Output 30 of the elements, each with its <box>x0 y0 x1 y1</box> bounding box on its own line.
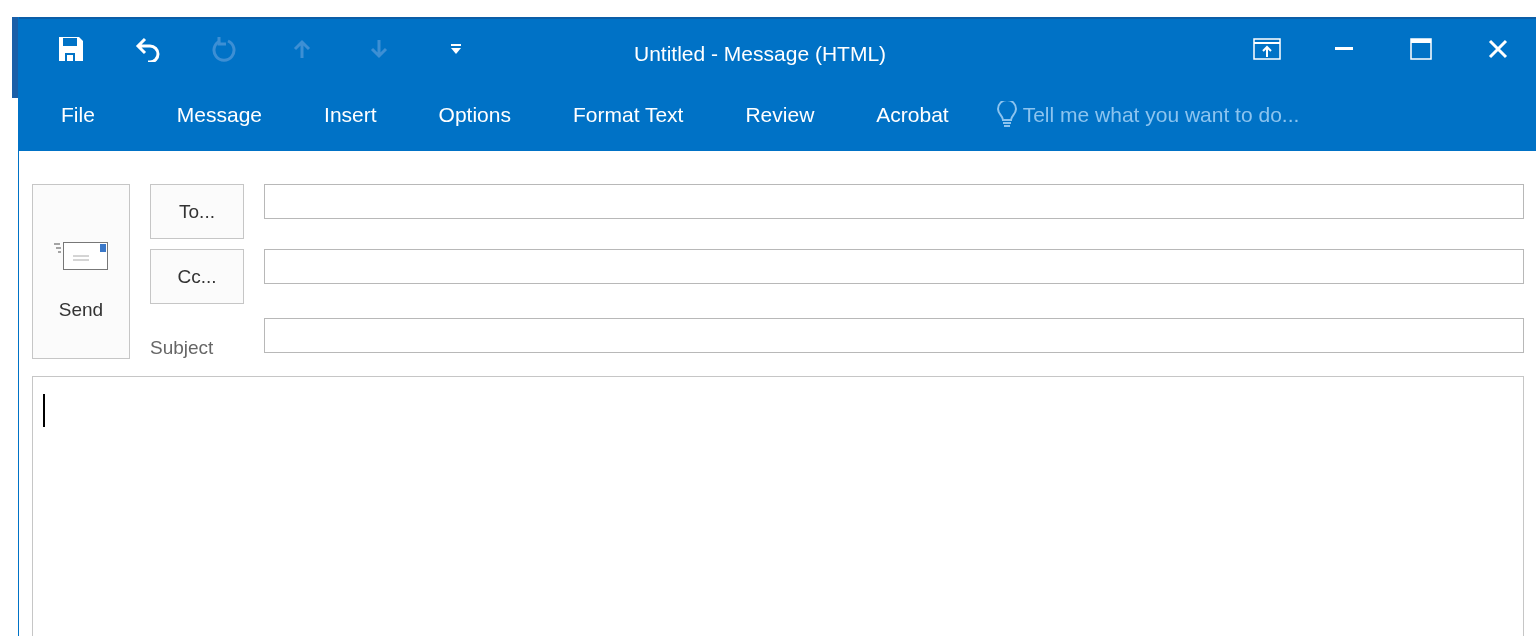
to-button[interactable]: To... <box>150 184 244 239</box>
minimize-icon <box>1334 47 1353 51</box>
undo-icon <box>134 36 161 62</box>
subject-label: Subject <box>150 335 215 359</box>
maximize-icon <box>1409 38 1432 60</box>
ribbon-display-icon <box>1252 38 1281 60</box>
ribbon-tab[interactable]: Acrobat <box>856 97 969 133</box>
up-arrow-icon <box>292 39 311 59</box>
tell-me-field[interactable]: Tell me what you want to do... <box>996 101 1363 129</box>
ribbon-tab[interactable]: Format Text <box>552 97 704 133</box>
dropdown-icon <box>449 43 462 55</box>
send-button[interactable]: Send <box>32 184 130 359</box>
ribbon-tab[interactable]: File <box>41 97 115 133</box>
ribbon-tab[interactable]: Review <box>725 97 835 133</box>
lightbulb-icon <box>996 101 1017 129</box>
ribbon-tab[interactable]: Insert <box>304 97 397 133</box>
subject-field[interactable] <box>264 318 1524 353</box>
save-icon <box>57 36 84 62</box>
cc-button[interactable]: Cc... <box>150 249 244 304</box>
message-body[interactable] <box>32 376 1524 636</box>
to-field[interactable] <box>264 184 1524 219</box>
window-title: Untitled - Message (HTML) <box>634 41 888 66</box>
redo-icon <box>211 36 238 62</box>
close-icon <box>1487 39 1508 59</box>
down-arrow-icon <box>369 39 388 59</box>
ribbon-tab[interactable]: Options <box>418 97 531 133</box>
cc-field[interactable] <box>264 249 1524 284</box>
text-cursor <box>43 394 45 427</box>
envelope-icon <box>53 241 109 271</box>
ribbon-tab[interactable]: Message <box>156 97 283 133</box>
